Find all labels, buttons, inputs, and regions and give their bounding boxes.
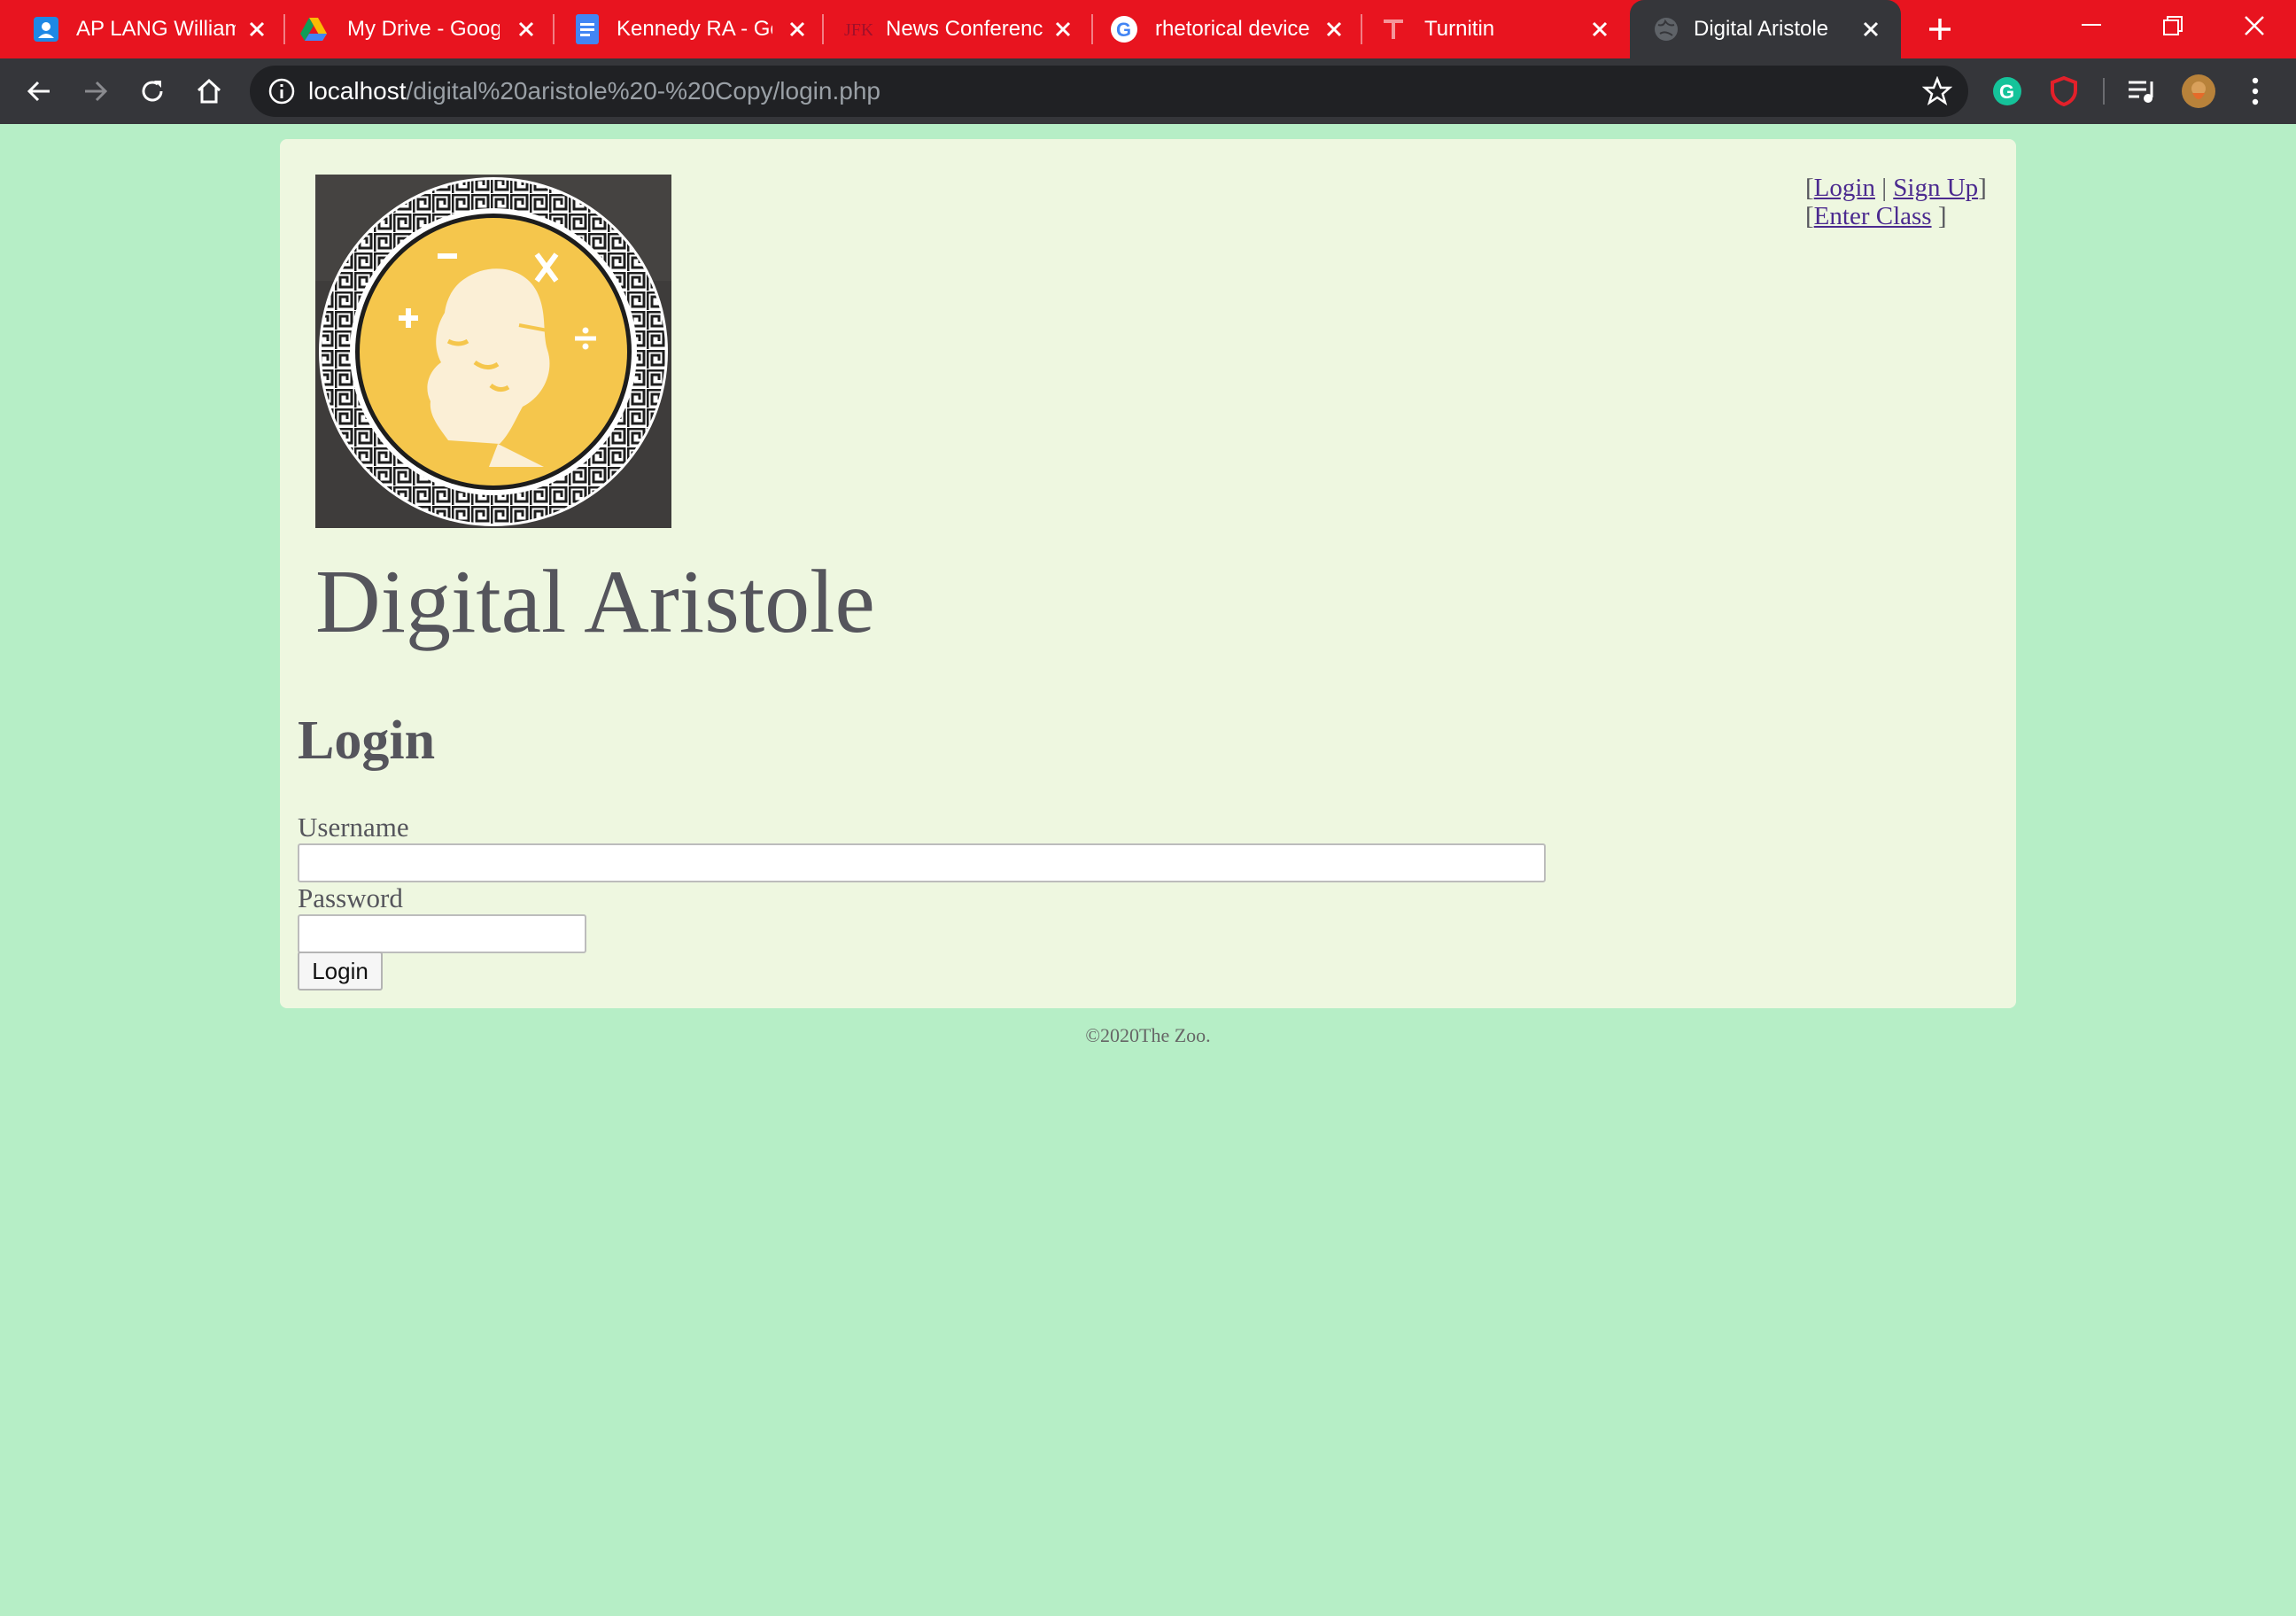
account-links: [Login | Sign Up] [Enter Class ] [1805, 174, 1987, 230]
minimize-button[interactable] [2052, 0, 2131, 51]
url-host: localhost [308, 77, 407, 105]
profile-avatar-icon[interactable] [2181, 74, 2216, 109]
site-info-icon[interactable] [268, 77, 296, 105]
password-input[interactable] [298, 914, 586, 953]
tab-rhetorical-devices[interactable]: G rhetorical device [1093, 0, 1361, 58]
turnitin-icon [1378, 14, 1408, 44]
shield-icon[interactable] [2046, 74, 2082, 109]
auth-links-row: [Login | Sign Up] [1805, 174, 1987, 202]
enter-class-link[interactable]: Enter Class [1814, 202, 1932, 230]
google-docs-icon [572, 14, 602, 44]
tab-my-drive[interactable]: My Drive - Goog [285, 0, 553, 58]
jfk-library-icon: JFK [843, 14, 873, 44]
footer-copyright: ©2020The Zoo. [1085, 1024, 1211, 1046]
grammarly-icon[interactable]: G [1990, 74, 2025, 109]
close-tab-icon[interactable] [241, 13, 273, 45]
site-logo [315, 175, 671, 528]
close-window-button[interactable] [2215, 0, 2294, 51]
toolbar-divider [2103, 78, 2105, 105]
media-queue-icon[interactable] [2124, 74, 2160, 109]
close-tab-icon[interactable] [1855, 13, 1887, 45]
svg-text:G: G [1116, 19, 1131, 41]
restore-button[interactable] [2133, 0, 2213, 51]
class-links-row: [Enter Class ] [1805, 202, 1987, 230]
tab-title: News Conferenc [886, 17, 1043, 41]
address-bar[interactable]: localhost/digital%20aristole%20-%20Copy/… [250, 66, 1968, 117]
tab-title: Turnitin [1424, 17, 1495, 41]
back-button[interactable] [18, 70, 60, 113]
username-label: Username [298, 812, 409, 843]
tab-title: rhetorical device [1155, 17, 1310, 41]
tab-turnitin[interactable]: Turnitin [1362, 0, 1630, 58]
username-input[interactable] [298, 843, 1546, 882]
bracket-text: [ [1805, 202, 1814, 230]
url-text: localhost/digital%20aristole%20-%20Copy/… [308, 66, 880, 117]
google-icon: G [1109, 14, 1139, 44]
bookmark-star-icon[interactable] [1921, 75, 1953, 106]
new-tab-button[interactable] [1922, 12, 1958, 47]
tab-title: Kennedy RA - Go [617, 17, 772, 41]
menu-kebab-icon[interactable] [2238, 74, 2273, 109]
link-divider: | [1874, 174, 1894, 202]
browser-toolbar: localhost/digital%20aristole%20-%20Copy/… [0, 58, 2296, 124]
bracket-text: [ [1805, 174, 1814, 202]
sign-up-link[interactable]: Sign Up [1893, 174, 1978, 202]
home-button[interactable] [188, 70, 230, 113]
tab-news-conference[interactable]: JFK News Conferenc [824, 0, 1091, 58]
svg-text:G: G [1999, 81, 2014, 103]
svg-text:JFK: JFK [844, 20, 873, 39]
reload-button[interactable] [131, 70, 174, 113]
tab-kennedy-ra[interactable]: Kennedy RA - Go [555, 0, 822, 58]
tab-ap-lang[interactable]: AP LANG William [0, 0, 276, 58]
url-path: /digital%20aristole%20-%20Copy/login.php [406, 77, 880, 105]
tab-title: My Drive - Goog [347, 17, 500, 41]
close-tab-icon[interactable] [1584, 13, 1616, 45]
close-tab-icon[interactable] [781, 13, 813, 45]
tab-title: Digital Aristole [1694, 17, 1829, 41]
login-heading: Login [298, 711, 436, 771]
bracket-text: ] [1978, 174, 1987, 202]
globe-icon [1651, 14, 1681, 44]
site-title: Digital Aristole [315, 552, 875, 652]
close-tab-icon[interactable] [1318, 13, 1350, 45]
close-tab-icon[interactable] [1047, 13, 1079, 45]
tab-digital-aristole[interactable]: Digital Aristole [1630, 0, 1901, 58]
google-drive-icon [299, 14, 329, 44]
tab-title: AP LANG William [76, 17, 236, 41]
close-tab-icon[interactable] [510, 13, 542, 45]
login-link[interactable]: Login [1814, 174, 1875, 202]
tab-strip: AP LANG William My Drive - Goog Kennedy … [0, 0, 2296, 58]
password-label: Password [298, 882, 403, 913]
bracket-text: ] [1931, 202, 1947, 230]
forward-button[interactable] [74, 70, 117, 113]
classroom-icon [31, 14, 61, 44]
login-submit-button[interactable]: Login [298, 952, 383, 991]
